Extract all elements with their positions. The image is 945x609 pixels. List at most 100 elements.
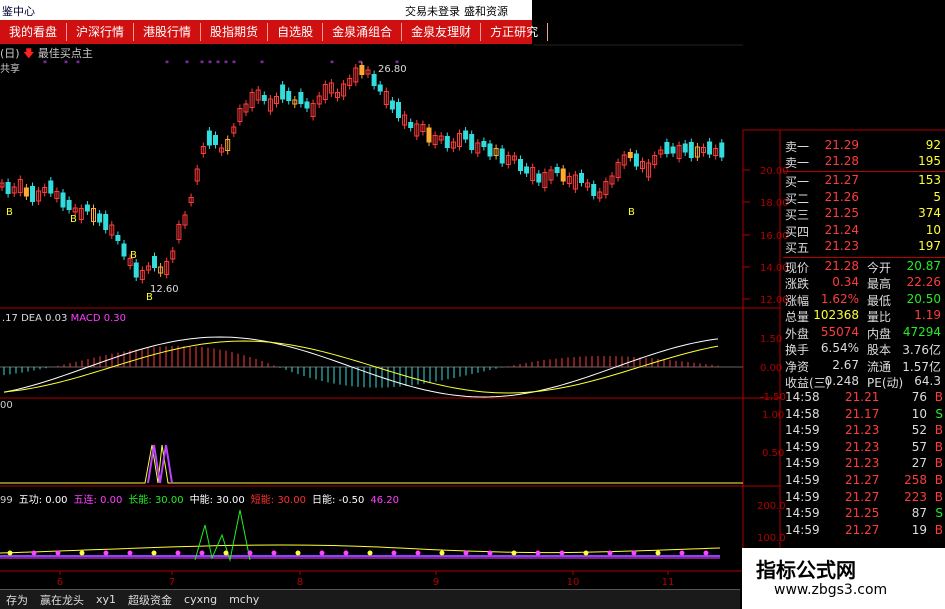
- tick-time: 14:59: [785, 456, 820, 471]
- candle-body: [579, 173, 584, 183]
- tick-vol: 52: [911, 423, 927, 438]
- panel3-label: 00: [0, 400, 13, 411]
- candle-body: [487, 143, 493, 157]
- tick-row: 14:59 21.23 57 B: [783, 440, 945, 456]
- tick-time: 14:58: [785, 406, 820, 421]
- candle-body: [554, 167, 560, 173]
- panel4-axis-label: 100.0: [757, 533, 786, 544]
- candle-body: [280, 84, 286, 100]
- tick-price: 21.27: [845, 489, 880, 504]
- buy-price: 21.27: [824, 173, 859, 187]
- energy-dot: [295, 550, 301, 556]
- tick-price: 21.21: [845, 390, 880, 404]
- tick-price: 21.27: [845, 522, 880, 537]
- panel3-axis-label: 0.50: [762, 448, 784, 459]
- tick-time: 14:58: [785, 390, 820, 404]
- x-axis-label: 11: [662, 577, 675, 588]
- quote-value: 1.57亿: [902, 359, 941, 374]
- quote-value: 0.34: [832, 275, 859, 289]
- candle-body: [719, 142, 725, 158]
- tick-side: B: [934, 522, 943, 537]
- candle-body: [371, 74, 377, 86]
- sell-price: 21.28: [824, 154, 859, 168]
- bottom-tab[interactable]: 超级资金: [122, 592, 178, 608]
- panel3-axis-label: 1.00: [762, 410, 784, 421]
- tick-side: S: [935, 406, 943, 421]
- candle-body: [408, 122, 414, 128]
- signal-star: *: [216, 59, 220, 68]
- energy-dot: [535, 550, 541, 556]
- quote-value: 22.26: [906, 275, 941, 289]
- candle-body: [664, 142, 670, 154]
- candle-body: [481, 141, 487, 147]
- x-axis-label: 9: [433, 577, 439, 588]
- bottom-tab[interactable]: mchy: [223, 593, 265, 606]
- quote-row: 买五 21.23 197: [783, 239, 943, 256]
- signal-star: *: [358, 59, 362, 68]
- quote-label: 最高: [867, 277, 892, 291]
- tick-vol: 27: [911, 456, 927, 471]
- divider: [783, 256, 945, 258]
- tick-row: 14:59 21.23 27 B: [783, 456, 945, 472]
- panel4-legend-item: 99: [0, 495, 13, 506]
- candle-body: [444, 136, 450, 148]
- buy-signal-marker: B: [628, 207, 635, 218]
- signal-star: *: [224, 59, 228, 68]
- candle-body: [389, 100, 395, 110]
- tick-row: 14:58 21.17 10 S: [783, 407, 945, 423]
- candle-body: [206, 130, 212, 146]
- energy-dot: [151, 550, 157, 556]
- tick-side: B: [934, 473, 943, 487]
- energy-dot: [559, 550, 565, 556]
- tick-vol: 76: [911, 390, 927, 404]
- energy-dot: [655, 550, 661, 556]
- bottom-tab[interactable]: 赢在龙头: [34, 592, 90, 608]
- candle-body: [688, 142, 694, 158]
- tick-side: S: [935, 506, 943, 521]
- sell-volume: 195: [918, 154, 941, 168]
- panel4-legend-item: 日能: -0.50: [311, 495, 365, 506]
- tick-vol: 87: [911, 506, 927, 521]
- candle-body: [115, 235, 121, 241]
- quote-label: 换手: [785, 343, 810, 357]
- candle-body: [633, 153, 639, 167]
- tick-side: B: [934, 489, 943, 504]
- bottom-tab[interactable]: cyxng: [178, 593, 223, 606]
- x-axis-label: 10: [567, 577, 580, 588]
- candle-body: [103, 214, 109, 230]
- quote-value: 20.50: [906, 291, 941, 306]
- tick-vol: 19: [911, 522, 927, 537]
- macd-axis-label: 1.50: [760, 334, 782, 345]
- energy-dot: [319, 550, 325, 556]
- buy-price: 21.26: [824, 189, 859, 204]
- buy-volume: 10: [925, 222, 941, 237]
- candle-body: [499, 148, 505, 164]
- tick-side: B: [934, 423, 943, 438]
- candle-body: [396, 102, 401, 118]
- signal-star: *: [43, 59, 47, 68]
- quote-row: 卖一 21.29 92: [783, 138, 943, 155]
- energy-dot: [703, 550, 709, 556]
- signal-star: *: [165, 59, 169, 68]
- tick-vol: 258: [904, 473, 927, 487]
- quote-row: 卖一 21.28 195: [783, 154, 943, 171]
- quote-value: 3.76亿: [902, 343, 941, 357]
- bottom-tab-bar: 存为 赢在龙头 xy1 超级资金 cyxng mchy: [0, 589, 740, 609]
- energy-dot: [175, 550, 181, 556]
- bottom-tab[interactable]: xy1: [90, 593, 122, 606]
- buy-price: 21.23: [824, 239, 859, 253]
- quote-row: 外盘 55074 内盘 47294: [783, 325, 943, 342]
- energy-dot: [583, 550, 589, 556]
- quote-row: 买二 21.26 5: [783, 190, 943, 207]
- bottom-tab[interactable]: 存为: [0, 592, 34, 608]
- candle-body: [23, 187, 29, 197]
- quote-label: 流通: [867, 359, 892, 374]
- energy-dot: [607, 550, 613, 556]
- quote-label: 涨幅: [785, 293, 810, 308]
- divider: [783, 171, 945, 172]
- buy-volume: 197: [918, 239, 941, 253]
- tick-price: 21.27: [845, 473, 880, 487]
- energy-dot: [79, 550, 85, 556]
- candle-body: [213, 135, 218, 145]
- candle-body: [591, 184, 597, 196]
